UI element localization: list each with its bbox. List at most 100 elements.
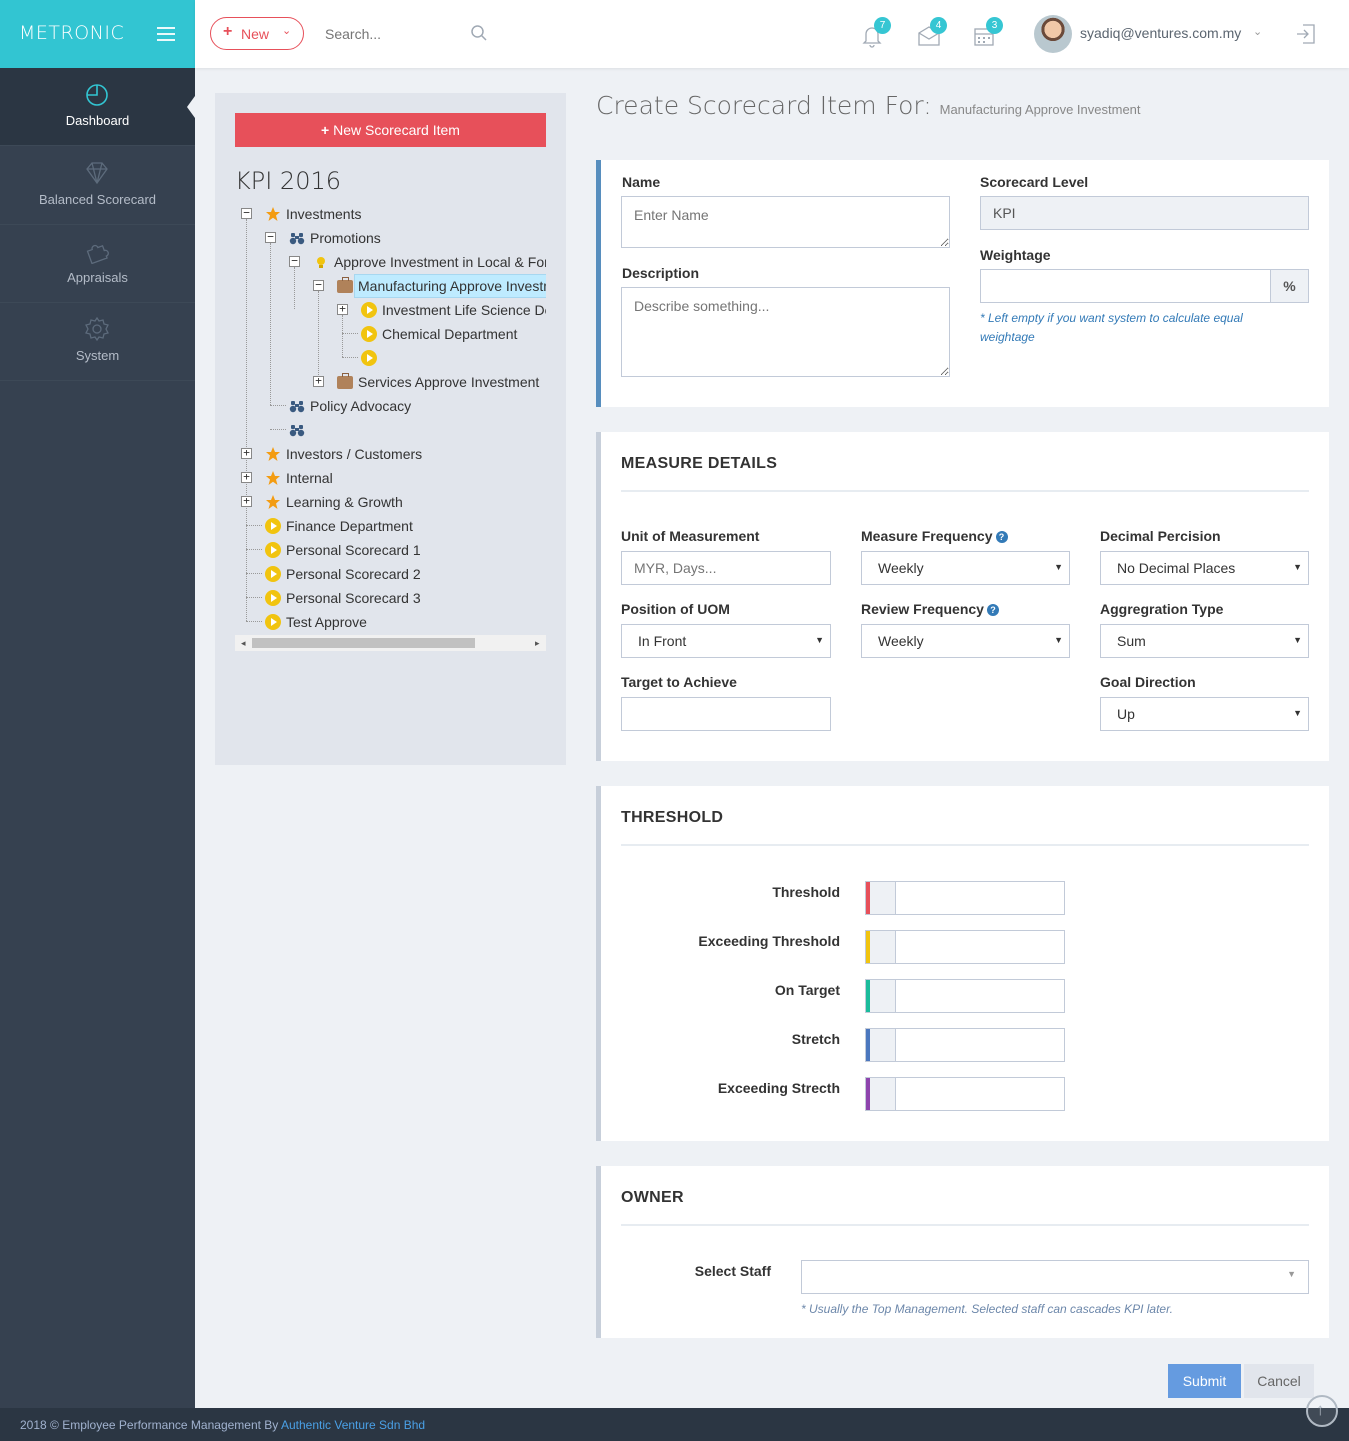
percent-addon: % [1270,269,1309,303]
tree-node[interactable]: Finance Department [235,515,546,537]
cancel-button[interactable]: Cancel [1244,1364,1314,1398]
tree-node[interactable]: + Learning & Growth [235,491,546,513]
goal-direction-select[interactable]: Up [1100,697,1309,731]
tree-node-label: Promotions [310,230,381,246]
select-staff-label: Select Staff [694,1263,771,1279]
tree-node[interactable]: Test Approve [235,611,546,633]
tree-node[interactable]: Personal Scorecard 3 [235,587,546,609]
tree-node[interactable]: − Promotions [235,227,546,249]
tree-node-label: Chemical Department [382,326,518,342]
sidebar-item-appraisals[interactable]: Appraisals [0,225,195,303]
expand-icon[interactable]: + [313,375,324,387]
scroll-left-icon[interactable]: ◂ [241,638,246,649]
tree-node[interactable]: + Services Approve Investment [235,371,546,393]
sidebar-item-balanced-scorecard[interactable]: Balanced Scorecard [0,147,195,225]
threshold-title: THRESHOLD [621,809,724,826]
logout-icon[interactable] [1295,23,1317,45]
tree-node[interactable] [235,419,546,441]
threshold-section: THRESHOLD Threshold Exceeding Threshold On… [596,786,1329,1141]
threshold-input[interactable] [865,1028,1065,1062]
tree-node-label: Personal Scorecard 3 [286,590,421,606]
expand-icon[interactable]: + [241,495,252,507]
expand-icon[interactable]: + [241,447,252,459]
sidebar-item-dashboard[interactable]: Dashboard [0,68,195,146]
scorecard-level-field: KPI [980,196,1309,230]
new-button[interactable]: + New ⌄ [210,17,304,50]
tasks-button[interactable]: 3 [973,17,1003,48]
scroll-to-top-icon[interactable] [1306,1395,1338,1427]
target-label: Target to Achieve [621,674,737,690]
description-field[interactable] [621,287,950,377]
expand-icon[interactable]: + [337,303,348,315]
threshold-input[interactable] [865,930,1065,964]
star-icon [265,494,281,510]
new-scorecard-item-button[interactable]: + New Scorecard Item [235,113,546,147]
play-icon [361,350,377,366]
scrollbar-thumb[interactable] [252,638,475,648]
top-header: + New ⌄ 7 4 3 syadiq@ventures.com.my ⌄ [195,0,1349,68]
uom-position-select[interactable]: In Front [621,624,831,658]
search-input[interactable] [325,26,465,42]
collapse-icon[interactable]: − [313,279,324,291]
chevron-down-icon[interactable]: ⌄ [1253,25,1262,38]
tree-node[interactable]: − Manufacturing Approve Investment [235,274,546,298]
tree-node[interactable]: + Investors / Customers [235,443,546,465]
tree-node[interactable]: Personal Scorecard 2 [235,563,546,585]
name-field[interactable] [621,196,950,248]
footer-link[interactable]: Authentic Venture Sdn Bhd [281,1418,425,1432]
tree-node[interactable]: Policy Advocacy [235,395,546,417]
tree-node[interactable]: + Internal [235,467,546,489]
owner-section: OWNER Select Staff ▼ * Usually the Top M… [596,1166,1329,1338]
sidebar-item-system[interactable]: System [0,303,195,381]
decimal-select[interactable]: No Decimal Places [1100,551,1309,585]
measure-details-title: MEASURE DETAILS [621,455,778,472]
dashboard-icon [86,84,108,106]
tree-node[interactable] [235,347,546,369]
search-icon[interactable] [470,24,488,42]
bulb-icon [313,254,329,270]
tree-node[interactable]: Personal Scorecard 1 [235,539,546,561]
review-frequency-select[interactable]: Weekly [861,624,1070,658]
target-field[interactable] [621,697,831,731]
staff-help: * Usually the Top Management. Selected s… [801,1302,1173,1316]
select-staff-dropdown[interactable]: ▼ [801,1260,1309,1294]
footer-text: 2018 © Employee Performance Management B… [20,1418,279,1432]
general-info-section: Name Description Scorecard Level KPI Wei… [596,160,1329,407]
threshold-input[interactable] [865,881,1065,915]
tree-horizontal-scrollbar[interactable]: ◂ ▸ [235,635,546,651]
threshold-color-bar [866,931,870,963]
footer: 2018 © Employee Performance Management B… [0,1408,1349,1441]
tree-node[interactable]: + Investment Life Science Department [235,299,546,321]
menu-toggle-icon[interactable] [157,27,175,41]
play-icon [265,566,281,582]
user-email[interactable]: syadiq@ventures.com.my [1080,25,1241,41]
help-icon[interactable]: ? [986,604,999,616]
briefcase-icon [337,373,353,389]
threshold-color-bar [866,1078,870,1110]
logo: METRONIC [19,22,125,44]
aggregation-label: Aggregration Type [1100,601,1224,617]
aggregation-select[interactable]: Sum [1100,624,1309,658]
tree-node[interactable]: − Investments [235,203,546,225]
avatar[interactable] [1034,15,1072,53]
play-icon [265,614,281,630]
submit-button[interactable]: Submit [1168,1364,1241,1398]
weightage-field[interactable] [980,269,1271,303]
notifications-button[interactable]: 7 [861,17,891,48]
collapse-icon[interactable]: − [265,231,276,243]
collapse-icon[interactable]: − [241,207,252,219]
tree-node[interactable]: Chemical Department [235,323,546,345]
measure-frequency-select[interactable]: Weekly [861,551,1070,585]
uom-field[interactable] [621,551,831,585]
expand-icon[interactable]: + [241,471,252,483]
collapse-icon[interactable]: − [289,255,300,267]
threshold-input[interactable] [865,1077,1065,1111]
inbox-badge: 4 [930,17,947,34]
threshold-input[interactable] [865,979,1065,1013]
inbox-button[interactable]: 4 [917,17,947,48]
tree-node[interactable]: − Approve Investment in Local & Foreign I… [235,251,546,273]
scroll-right-icon[interactable]: ▸ [535,638,540,649]
weightage-label: Weightage [980,247,1051,263]
threshold-row-label: Threshold [772,884,840,900]
help-icon[interactable]: ? [995,531,1008,543]
